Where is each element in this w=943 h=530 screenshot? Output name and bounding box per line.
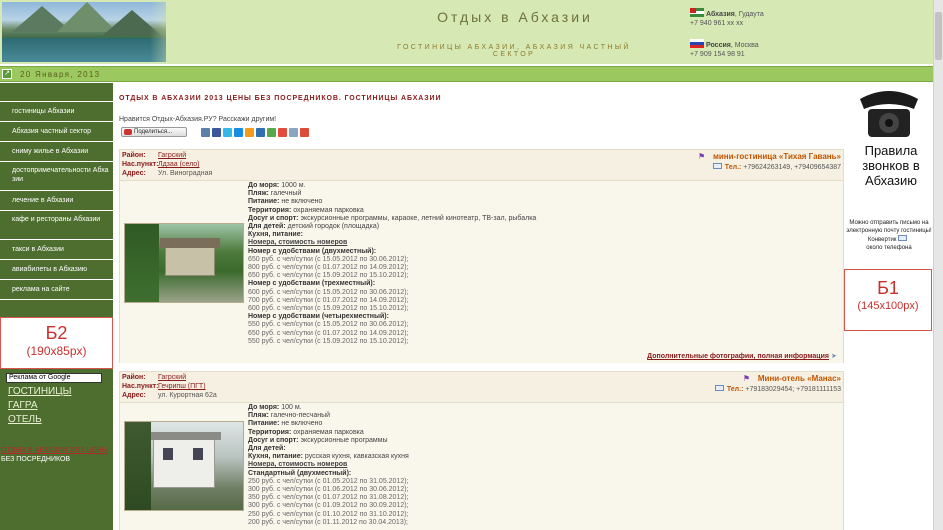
sidebar-item-private-sector[interactable]: Абхазия частный сектор: [0, 122, 113, 142]
hotel-icon: ⚑: [742, 374, 751, 383]
side-link-hotel[interactable]: ОТЕЛЬ: [8, 414, 42, 425]
page-heading: ОТДЫХ В АБХАЗИИ 2013 ЦЕНЫ БЕЗ ПОСРЕДНИКО…: [119, 95, 442, 102]
hotel-details: До моря: 100 м. Пляж: галечно-песчаный П…: [248, 404, 409, 526]
vk-icon[interactable]: [201, 128, 210, 137]
livejournal-icon[interactable]: [256, 128, 265, 137]
prices-link[interactable]: Номера, стоимость номеров: [248, 461, 347, 468]
side-link-gagra[interactable]: ГАГРА: [8, 400, 38, 411]
sidebar-nav: гостиницы Абхазии Абхазия частный сектор…: [0, 101, 113, 300]
twitter-icon[interactable]: [223, 128, 232, 137]
prices-link[interactable]: Номера, стоимость номеров: [248, 239, 347, 246]
right-column: Правила звонков в Абхазию Можно отправит…: [844, 83, 943, 530]
hotel-name[interactable]: ⚑ мини-гостиница «Тихая Гавань»: [698, 152, 841, 161]
date-bar: ↗ 20 Января, 2013: [0, 66, 943, 82]
page: Отдых в Абхазии ГОСТИНИЦЫ АБХАЗИИ, АБХАЗ…: [0, 0, 943, 530]
telephone-icon: [860, 91, 918, 137]
contact-russia: Россия, Москва +7 909 154 98 91: [690, 39, 759, 59]
locality-link[interactable]: Лдзаа (село): [158, 161, 200, 168]
hotel-phone: Тел.: +79183029454; +79181111153: [714, 385, 841, 393]
sidebar-item-hotels[interactable]: гостиницы Абхазии: [0, 102, 113, 122]
share-button[interactable]: Поделиться...: [121, 127, 187, 137]
locality-link[interactable]: Гечрипш (ПГТ): [158, 383, 206, 390]
sidebar-item-taxi[interactable]: такси в Абхазии: [0, 240, 113, 260]
hotel-icon: ⚑: [697, 152, 706, 161]
sidebar: гостиницы Абхазии Абхазия частный сектор…: [0, 83, 113, 530]
hotel-details: До моря: 1000 м. Пляж: галечный Питание:…: [248, 182, 537, 345]
site-title: Отдых в Абхазии: [437, 9, 593, 25]
arrow-right-icon: ➤: [831, 353, 837, 360]
current-date: 20 Января, 2013: [20, 70, 101, 79]
odnoklassniki-icon[interactable]: [245, 128, 254, 137]
liveinternet-icon[interactable]: [267, 128, 276, 137]
hotel-photo[interactable]: [124, 421, 244, 511]
envelope-icon[interactable]: [712, 163, 722, 169]
region-link[interactable]: Гагрский: [158, 152, 186, 159]
sidebar-item-treatment[interactable]: лечение в Абхазии: [0, 191, 113, 211]
region-link[interactable]: Гагрский: [158, 374, 186, 381]
contact-abkhazia: Абхазия, Гудаута +7 940 961 xx xx: [690, 8, 764, 28]
listing-details: До моря: 100 м. Пляж: галечно-песчаный П…: [120, 402, 843, 530]
google-icon[interactable]: [300, 128, 309, 137]
email-hint: Можно отправить письмо на электронную по…: [846, 220, 932, 251]
hotel-photo[interactable]: [124, 223, 244, 303]
share-prompt: Нравится Отдых-Абхазия.РУ? Расскажи друг…: [119, 116, 277, 123]
sidebar-item-cafes[interactable]: кафе и рестораны Абхазии: [0, 211, 113, 240]
site-subtitle: ГОСТИНИЦЫ АБХАЗИИ, АБХАЗИЯ ЧАСТНЫЙ СЕКТО…: [397, 44, 631, 58]
ad-banner-b2[interactable]: Б2 (190х85px): [0, 317, 113, 369]
side-text-no-intermediaries: БЕЗ ПОСРЕДНИКОВ: [1, 456, 71, 463]
main-content: ОТДЫХ В АБХАЗИИ 2013 ЦЕНЫ БЕЗ ПОСРЕДНИКО…: [113, 83, 844, 530]
scrollbar-thumb[interactable]: [935, 12, 942, 60]
vertical-scrollbar[interactable]: [933, 0, 943, 530]
phone-rules-banner[interactable]: Правила звонков в Абхазию: [846, 85, 932, 215]
address-text: ул. Курортная 62а: [158, 392, 217, 399]
sidebar-item-flights[interactable]: авиабилеты в Абхазию: [0, 260, 113, 280]
sidebar-item-rent[interactable]: сниму жилье в Абхазии: [0, 142, 113, 162]
hotel-phone: Тел.: +79624263149, +79409654387: [712, 163, 841, 171]
contact-phone: +7 940 961 xx xx: [690, 20, 744, 27]
more-info-link[interactable]: Дополнительные фотографии, полная информ…: [647, 352, 839, 360]
hotel-listing: Район: Гагрский Нас.пункт: Гечрипш (ПГТ)…: [119, 371, 844, 530]
site-header: Отдых в Абхазии ГОСТИНИЦЫ АБХАЗИИ, АБХАЗ…: [0, 0, 943, 64]
russia-flag-icon: [690, 39, 704, 48]
ad-banner-b1[interactable]: Б1 (145х100px): [844, 269, 932, 331]
google-ads-label[interactable]: Реклама от Google: [6, 373, 102, 383]
yandex-icon[interactable]: [278, 128, 287, 137]
facebook-icon[interactable]: [212, 128, 221, 137]
sidebar-item-advertising[interactable]: реклама на сайте: [0, 280, 113, 300]
sidebar-item-sights[interactable]: достопримечательности Абхазии: [0, 162, 113, 191]
hotel-listing: Район: Гагрский Нас.пункт: Лдзаа (село) …: [119, 149, 844, 363]
side-link-hotels[interactable]: ГОСТИНИЦЫ: [8, 386, 71, 397]
envelope-icon[interactable]: [714, 385, 724, 391]
envelope-icon: [898, 235, 908, 241]
abkhazia-flag-icon: [690, 8, 704, 17]
lake-ritsa-photo: [2, 2, 166, 62]
side-link-prices[interactable]: ОТДЫХ В АБХАЗИИ 2013 ЦЕНЫ: [1, 447, 108, 454]
mailru-icon[interactable]: [234, 128, 243, 137]
contact-phone: +7 909 154 98 91: [690, 51, 745, 58]
address-text: Ул. Виноградная: [158, 170, 213, 177]
bookmark-icon[interactable]: [289, 128, 298, 137]
listing-details: До моря: 1000 м. Пляж: галечный Питание:…: [120, 180, 843, 363]
hotel-name[interactable]: ⚑ Мини-отель «Манас»: [743, 374, 841, 383]
home-icon[interactable]: ↗: [2, 69, 12, 79]
